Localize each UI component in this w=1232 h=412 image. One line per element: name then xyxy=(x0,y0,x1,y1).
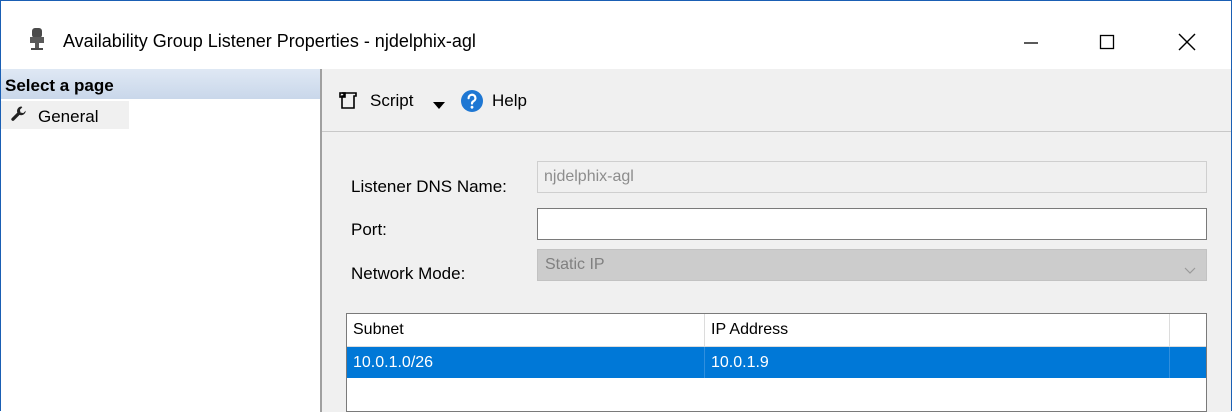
page-selector-pane: Select a page General xyxy=(1,69,322,412)
script-button[interactable]: Script xyxy=(370,91,413,111)
sidebar-item-label: General xyxy=(38,107,99,126)
help-icon[interactable] xyxy=(460,89,484,113)
listener-dns-label: Listener DNS Name: xyxy=(351,177,507,196)
close-icon xyxy=(1178,33,1196,51)
window-title: Availability Group Listener Properties -… xyxy=(63,31,476,51)
select-page-header: Select a page xyxy=(1,69,320,99)
sidebar-item-general[interactable]: General xyxy=(1,101,129,129)
subnet-ip-grid[interactable]: Subnet IP Address 10.0.1.0/26 10.0.1.9 xyxy=(346,313,1207,412)
close-button[interactable] xyxy=(1157,19,1217,65)
chevron-down-icon xyxy=(1184,262,1196,274)
title-bar[interactable]: Availability Group Listener Properties -… xyxy=(1,1,1231,69)
table-row[interactable]: 10.0.1.0/26 10.0.1.9 xyxy=(347,347,1206,378)
listener-dns-field[interactable] xyxy=(537,161,1207,193)
network-mode-value: Static IP xyxy=(545,256,605,273)
general-page: Script Help Listener DNS Name: Port: Net… xyxy=(322,69,1231,412)
minimize-icon xyxy=(1024,42,1038,44)
select-page-title: Select a page xyxy=(5,76,114,95)
cell-ip-address[interactable]: 10.0.1.9 xyxy=(705,347,1170,378)
cell-subnet[interactable]: 10.0.1.0/26 xyxy=(347,347,705,378)
network-mode-label: Network Mode: xyxy=(351,264,466,283)
toolbar: Script Help xyxy=(322,69,1231,132)
column-header-filler xyxy=(1170,314,1206,346)
properties-window: Availability Group Listener Properties -… xyxy=(0,0,1232,412)
help-button[interactable]: Help xyxy=(492,91,527,111)
port-label: Port: xyxy=(351,220,387,239)
sql-server-icon xyxy=(27,27,47,51)
script-icon[interactable] xyxy=(338,90,360,112)
maximize-button[interactable] xyxy=(1077,19,1137,65)
maximize-icon xyxy=(1099,34,1115,50)
cell-filler xyxy=(1170,347,1206,378)
script-dropdown-icon[interactable] xyxy=(433,97,445,109)
wrench-icon xyxy=(10,105,28,123)
column-header-subnet[interactable]: Subnet xyxy=(347,314,705,346)
grid-header: Subnet IP Address xyxy=(347,314,1206,347)
column-header-ip-address[interactable]: IP Address xyxy=(705,314,1170,346)
network-mode-select[interactable]: Static IP xyxy=(537,249,1207,281)
minimize-button[interactable] xyxy=(1001,19,1061,65)
port-field[interactable] xyxy=(537,208,1207,240)
